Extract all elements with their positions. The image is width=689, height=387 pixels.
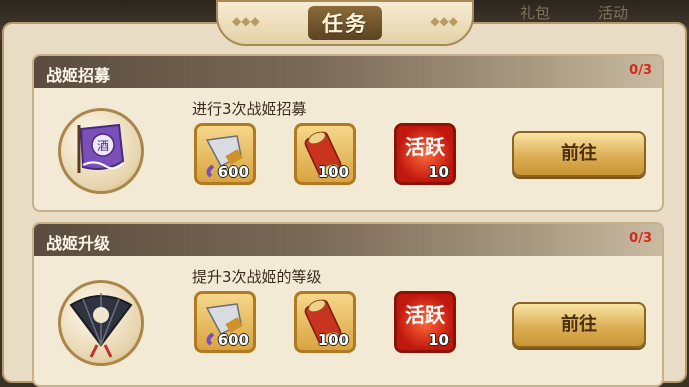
go-button[interactable]: 前往 bbox=[512, 131, 646, 177]
title-plaque: ◆◆◆ 任务 ◆◆◆ bbox=[216, 0, 474, 46]
page-title: 任务 bbox=[308, 6, 382, 40]
diamond-ornament-icon: ◆◆◆ bbox=[232, 14, 260, 28]
reward-activity-token[interactable]: 活跃 10 bbox=[394, 123, 456, 185]
reward-count: 10 bbox=[428, 331, 449, 349]
reward-count: 100 bbox=[317, 163, 349, 181]
task-card-levelup: 战姬升级 0/3 提升3次战姬的等级 600 100 活跃 10 前往 bbox=[32, 222, 664, 387]
task-title: 战姬升级 bbox=[46, 234, 111, 253]
task-card-header: 战姬升级 0/3 bbox=[34, 224, 662, 256]
background-text-activity: 活动 bbox=[598, 4, 629, 22]
svg-text:酒: 酒 bbox=[97, 139, 109, 153]
activity-token-label: 活跃 bbox=[405, 303, 446, 327]
task-title: 战姬招募 bbox=[46, 66, 111, 85]
task-description: 进行3次战姬招募 bbox=[192, 100, 307, 118]
task-progress: 0/3 bbox=[629, 63, 652, 78]
go-button[interactable]: 前往 bbox=[512, 302, 646, 348]
reward-count: 100 bbox=[317, 331, 349, 349]
task-card-recruit: 战姬招募 0/3 进行3次战姬招募 酒 600 100 活跃 10 前往 bbox=[32, 54, 664, 212]
task-panel: 战姬招募 0/3 进行3次战姬招募 酒 600 100 活跃 10 前往 战姬升… bbox=[2, 22, 687, 387]
reward-scroll[interactable]: 100 bbox=[294, 123, 356, 185]
reward-activity-token[interactable]: 活跃 10 bbox=[394, 291, 456, 353]
reward-count: 600 bbox=[217, 163, 249, 181]
reward-count: 10 bbox=[428, 163, 449, 181]
reward-silver-horn[interactable]: 600 bbox=[194, 291, 256, 353]
folding-fan-icon bbox=[58, 280, 144, 366]
purple-banner-icon: 酒 bbox=[58, 108, 144, 194]
task-progress: 0/3 bbox=[629, 231, 652, 246]
background-text-gift: 礼包 bbox=[520, 4, 551, 22]
task-description: 提升3次战姬的等级 bbox=[192, 268, 322, 286]
reward-count: 600 bbox=[217, 331, 249, 349]
diamond-ornament-icon: ◆◆◆ bbox=[430, 14, 458, 28]
reward-silver-horn[interactable]: 600 bbox=[194, 123, 256, 185]
activity-token-label: 活跃 bbox=[405, 135, 446, 159]
task-card-header: 战姬招募 0/3 bbox=[34, 56, 662, 88]
reward-scroll[interactable]: 100 bbox=[294, 291, 356, 353]
